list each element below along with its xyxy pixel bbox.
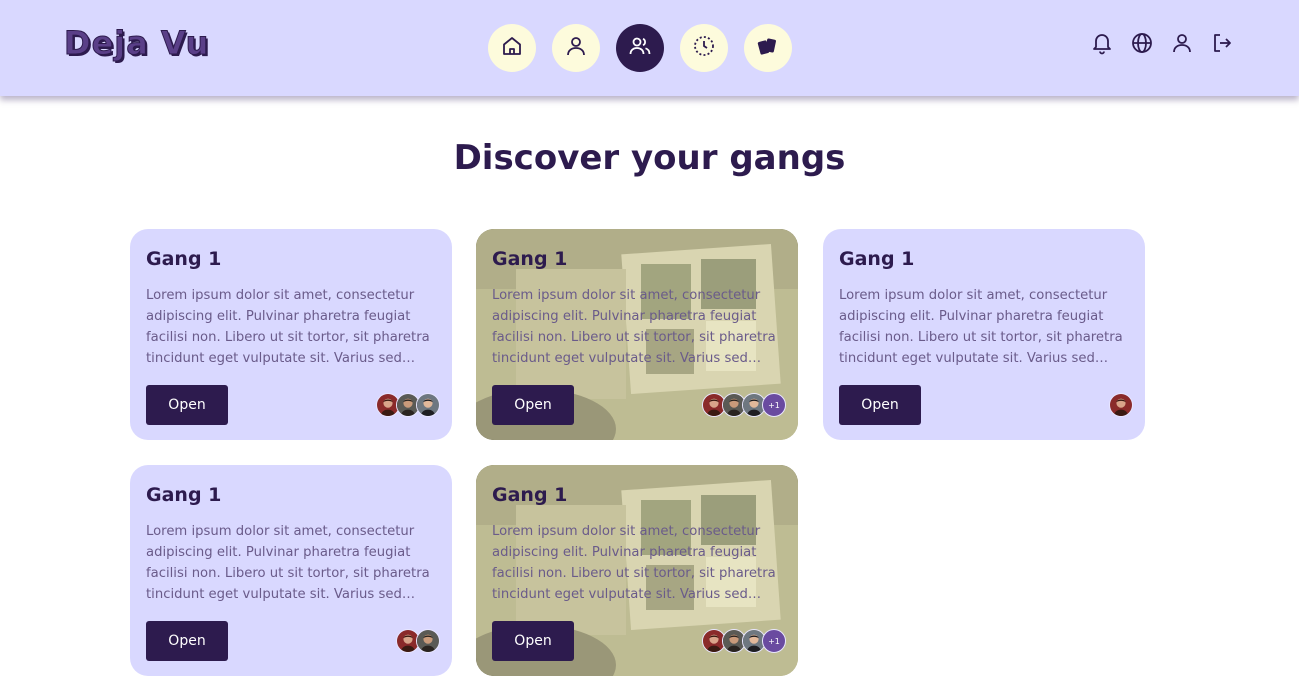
cards-icon bbox=[756, 34, 780, 62]
bell-icon bbox=[1090, 31, 1114, 59]
clock-icon bbox=[692, 34, 716, 62]
gang-members[interactable] bbox=[376, 393, 440, 417]
gang-title: Gang 1 bbox=[146, 248, 222, 270]
gang-title: Gang 1 bbox=[492, 484, 568, 506]
user-icon bbox=[564, 34, 588, 62]
gang-members[interactable] bbox=[1109, 393, 1133, 417]
nav-profile-button[interactable] bbox=[552, 24, 600, 72]
gang-description: Lorem ipsum dolor sit amet, consectetur … bbox=[146, 288, 430, 366]
gang-card[interactable]: Gang 1 Lorem ipsum dolor sit amet, consec… bbox=[823, 229, 1145, 440]
more-members-badge: +1 bbox=[762, 393, 786, 417]
nav-history-button[interactable] bbox=[680, 24, 728, 72]
nav-cards-button[interactable] bbox=[744, 24, 792, 72]
account-button[interactable] bbox=[1168, 31, 1196, 59]
member-avatar bbox=[416, 393, 440, 417]
gang-title: Gang 1 bbox=[146, 484, 222, 506]
home-icon bbox=[500, 34, 524, 62]
top-header: Deja Vu bbox=[0, 0, 1299, 96]
gang-title: Gang 1 bbox=[839, 248, 915, 270]
notifications-button[interactable] bbox=[1088, 31, 1116, 59]
gang-card[interactable]: Gang 1 Lorem ipsum dolor sit amet, consec… bbox=[476, 465, 798, 676]
gang-description: Lorem ipsum dolor sit amet, consectetur … bbox=[839, 288, 1123, 366]
logout-button[interactable] bbox=[1208, 31, 1236, 59]
open-gang-button[interactable]: Open bbox=[146, 621, 228, 661]
gang-card[interactable]: Gang 1 Lorem ipsum dolor sit amet, consec… bbox=[476, 229, 798, 440]
nav-home-button[interactable] bbox=[488, 24, 536, 72]
more-members-badge: +1 bbox=[762, 629, 786, 653]
users-icon bbox=[628, 34, 652, 62]
gang-members[interactable] bbox=[396, 629, 440, 653]
profile-icon bbox=[1170, 31, 1194, 59]
gang-description: Lorem ipsum dolor sit amet, consectetur … bbox=[146, 524, 430, 602]
gang-members[interactable]: +1 bbox=[702, 393, 786, 417]
open-gang-button[interactable]: Open bbox=[492, 621, 574, 661]
language-button[interactable] bbox=[1128, 31, 1156, 59]
gang-description: Lorem ipsum dolor sit amet, consectetur … bbox=[492, 524, 776, 602]
globe-icon bbox=[1130, 31, 1154, 59]
open-gang-button[interactable]: Open bbox=[839, 385, 921, 425]
member-avatar bbox=[416, 629, 440, 653]
logout-icon bbox=[1210, 31, 1234, 59]
app-logo[interactable]: Deja Vu bbox=[63, 24, 209, 63]
nav-gangs-button[interactable] bbox=[616, 24, 664, 72]
member-avatar bbox=[1109, 393, 1133, 417]
gang-card[interactable]: Gang 1 Lorem ipsum dolor sit amet, consec… bbox=[130, 465, 452, 676]
page-title: Discover your gangs bbox=[453, 138, 846, 178]
open-gang-button[interactable]: Open bbox=[492, 385, 574, 425]
gang-members[interactable]: +1 bbox=[702, 629, 786, 653]
gang-card[interactable]: Gang 1 Lorem ipsum dolor sit amet, consec… bbox=[130, 229, 452, 440]
gang-title: Gang 1 bbox=[492, 248, 568, 270]
gang-description: Lorem ipsum dolor sit amet, consectetur … bbox=[492, 288, 776, 366]
open-gang-button[interactable]: Open bbox=[146, 385, 228, 425]
